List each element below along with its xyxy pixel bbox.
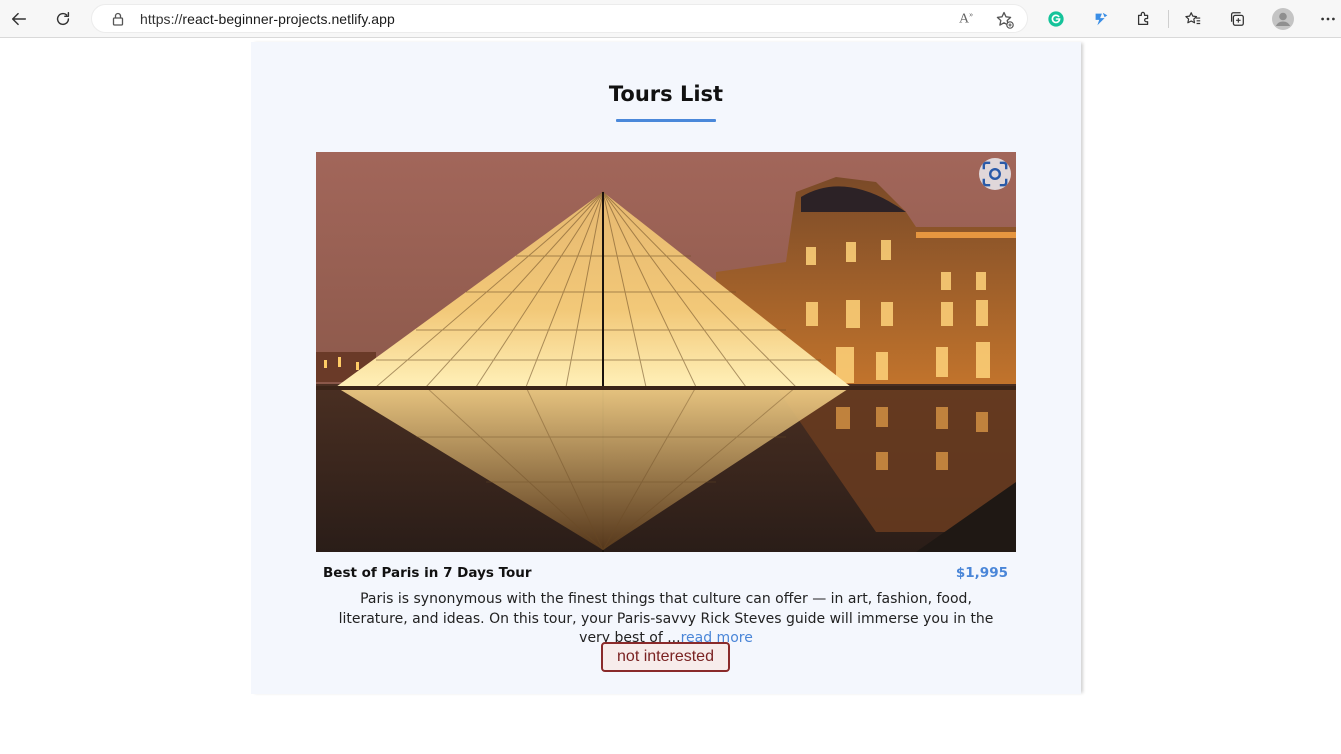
refresh-button[interactable]	[49, 5, 77, 33]
more-button[interactable]	[1314, 5, 1341, 33]
favorites-button[interactable]	[1179, 5, 1207, 33]
tour-description: Paris is synonymous with the finest thin…	[331, 590, 1001, 649]
title-underline	[616, 119, 716, 122]
grammarly-icon	[1048, 11, 1064, 27]
tour-image	[316, 152, 1016, 552]
visual-search-icon	[982, 161, 1008, 187]
profile-icon	[1272, 8, 1294, 30]
tour-name: Best of Paris in 7 Days Tour	[323, 565, 532, 581]
url-prefix: https://	[140, 11, 183, 27]
back-icon	[11, 12, 27, 26]
address-url[interactable]: https://react-beginner-projects.netlify.…	[140, 11, 395, 27]
back-button[interactable]	[5, 5, 33, 33]
collections-button[interactable]	[1223, 5, 1251, 33]
address-bar[interactable]: https://react-beginner-projects.netlify.…	[91, 4, 1028, 33]
extension-button[interactable]	[1087, 5, 1115, 33]
tour-info-text: Paris is synonymous with the finest thin…	[338, 591, 994, 646]
louvre-pyramid-photo	[316, 152, 1016, 552]
favorites-icon	[1185, 12, 1201, 25]
grammarly-button[interactable]	[1042, 5, 1070, 33]
toolbar-divider	[1168, 10, 1169, 28]
visual-search-button[interactable]	[979, 158, 1011, 190]
tours-page: Tours List Best of Paris in 7 Days Tour …	[251, 42, 1081, 694]
extension-icon	[1095, 12, 1108, 26]
read-aloud-glyph: A	[959, 11, 970, 27]
url-host: react-beginner-projects.netlify.app	[182, 11, 395, 27]
profile-button[interactable]	[1269, 5, 1297, 33]
lock-icon	[112, 12, 124, 26]
extensions-button[interactable]	[1130, 5, 1158, 33]
refresh-icon	[56, 11, 70, 26]
tour-price: $1,995	[955, 565, 1008, 581]
add-favorite-icon[interactable]	[995, 10, 1015, 30]
not-interested-button[interactable]: not interested	[601, 642, 730, 672]
more-icon	[1321, 17, 1335, 21]
extensions-puzzle-icon	[1137, 11, 1149, 26]
page-title: Tours List	[608, 82, 724, 106]
collections-icon	[1230, 12, 1244, 26]
browser-toolbar: https://react-beginner-projects.netlify.…	[0, 0, 1341, 38]
read-aloud-icon[interactable]: A»	[959, 10, 979, 28]
